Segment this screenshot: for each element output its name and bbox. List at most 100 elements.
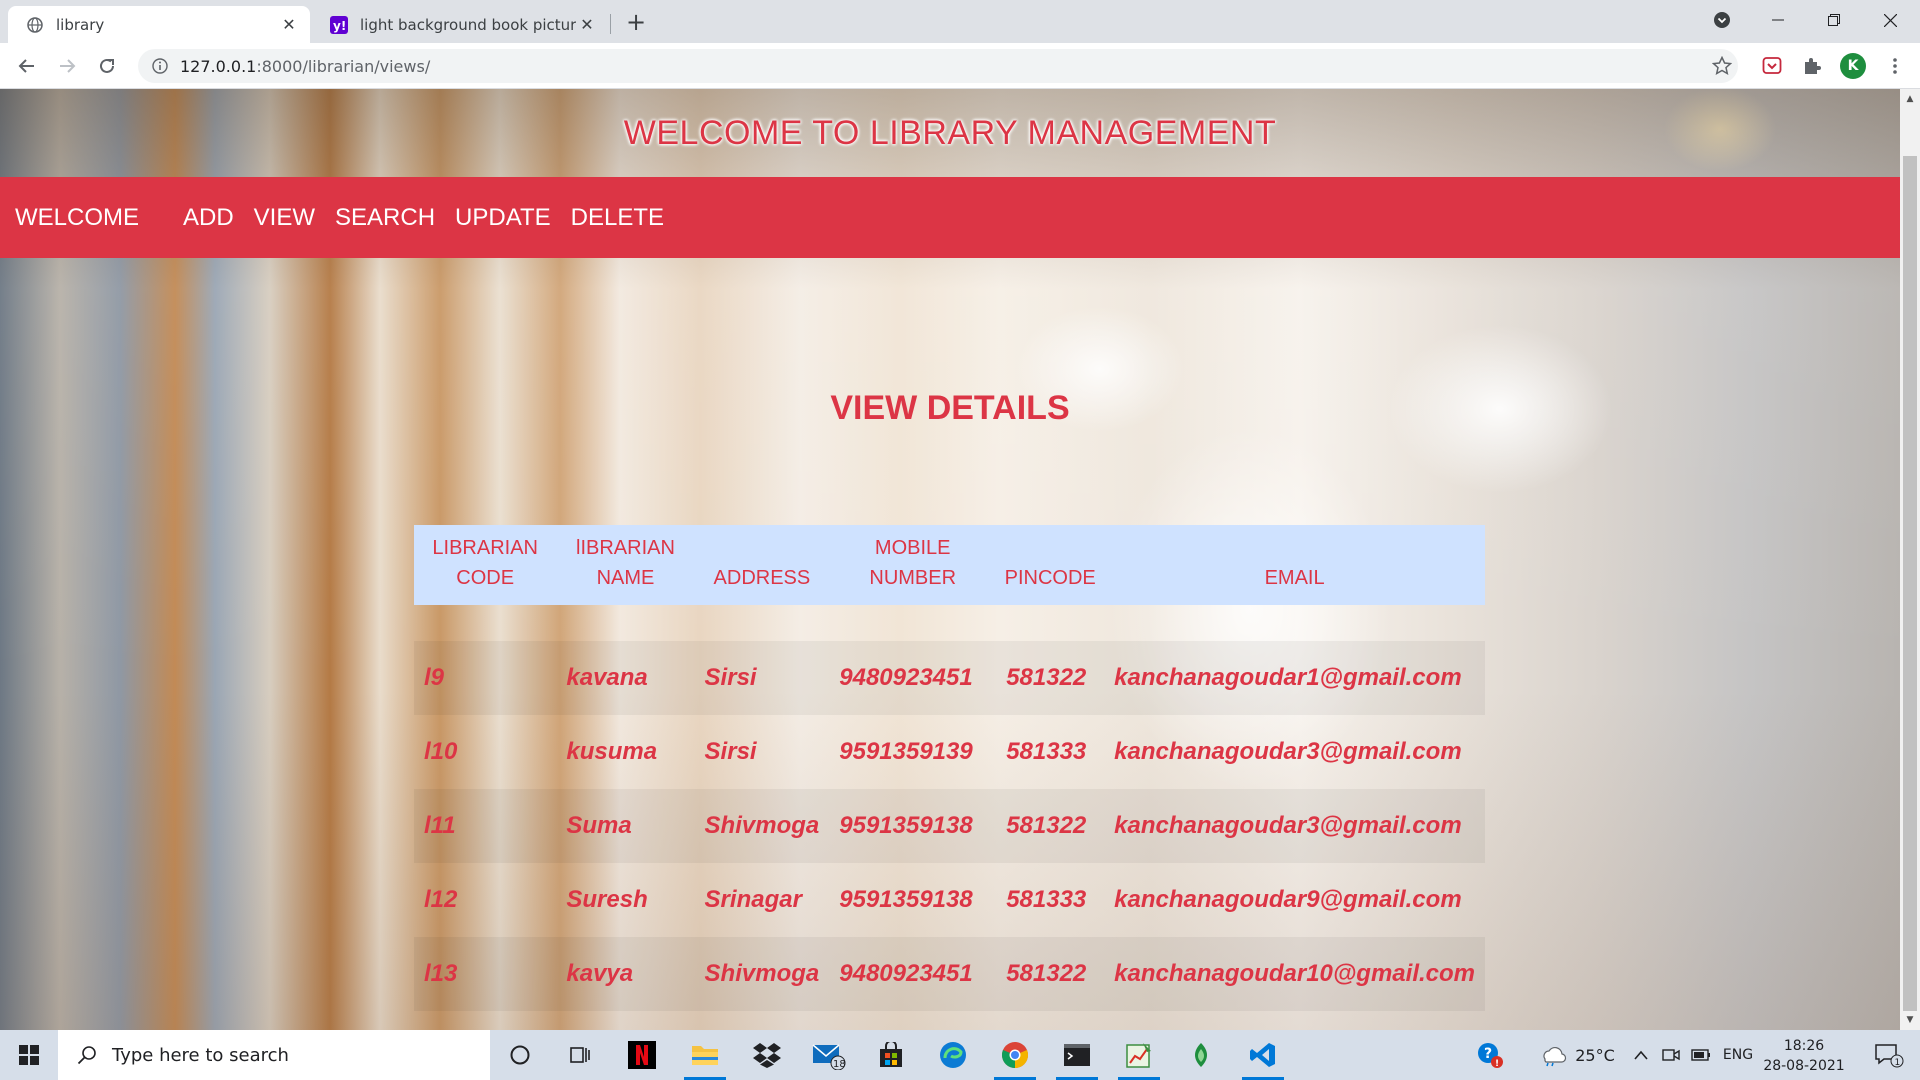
close-tab-icon[interactable]: ✕ — [278, 14, 300, 36]
green-app-icon[interactable] — [1176, 1030, 1226, 1080]
dropbox-icon[interactable] — [742, 1030, 792, 1080]
nav-link-view[interactable]: VIEW — [254, 204, 315, 232]
taskbar-search-box[interactable]: Type here to search — [58, 1030, 490, 1080]
cell-address: Srinagar — [704, 886, 802, 913]
menu-kebab-icon[interactable] — [1880, 51, 1910, 81]
cell-pincode: 581322 — [996, 641, 1105, 715]
cell-mobile: 9591359138 — [839, 886, 973, 913]
svg-text:?: ? — [1484, 1046, 1492, 1062]
reload-icon[interactable] — [92, 51, 122, 81]
tab-title: library — [56, 15, 105, 34]
globe-icon — [26, 16, 44, 34]
clock-time: 18:26 — [1783, 1038, 1825, 1054]
new-tab-button[interactable]: + — [622, 8, 650, 36]
chevron-up-icon[interactable] — [1628, 1030, 1654, 1080]
table-spacer-row — [414, 605, 1485, 641]
tab-search-icon[interactable] — [1694, 0, 1750, 40]
system-clock[interactable]: 18:26 28-08-2021 — [1760, 1036, 1848, 1076]
meet-now-icon[interactable] — [1658, 1030, 1684, 1080]
tab-library[interactable]: library ✕ — [8, 6, 310, 43]
weather-temperature[interactable]: 25°C — [1570, 1030, 1620, 1080]
file-explorer-icon[interactable] — [680, 1030, 730, 1080]
spacer-cell — [414, 605, 1485, 641]
cell-address: Shivmoga — [694, 789, 830, 863]
column-header-address: ADDRESS — [694, 525, 830, 605]
site-info-icon[interactable] — [150, 56, 170, 76]
nav-brand-welcome[interactable]: WELCOME — [15, 204, 183, 232]
cell-code: l10 — [424, 738, 458, 765]
column-header-mobile-number: MOBILE NUMBER — [829, 525, 997, 605]
cell-pincode: 581322 — [996, 789, 1105, 863]
vscode-icon[interactable] — [1238, 1030, 1288, 1080]
tab-separator — [610, 14, 611, 34]
weather-icon[interactable] — [1534, 1030, 1572, 1080]
cell-email: kanchanagoudar3@gmail.com — [1114, 738, 1462, 765]
cell-mobile: 9591359138 — [829, 789, 997, 863]
url-path: :8000/librarian/views/ — [256, 56, 431, 76]
cell-name: kavya — [556, 937, 695, 1011]
url-text: 127.0.0.1:8000/librarian/views/ — [180, 57, 430, 76]
scrollbar-thumb[interactable] — [1903, 156, 1917, 1011]
terminal-icon[interactable] — [1052, 1030, 1102, 1080]
task-view-icon[interactable] — [555, 1030, 605, 1080]
clock-date: 28-08-2021 — [1763, 1058, 1845, 1074]
tab-yahoo-search[interactable]: y! light background book pictures - ✕ — [312, 6, 608, 43]
pocket-extension-icon[interactable] — [1757, 51, 1787, 81]
profile-avatar[interactable]: K — [1840, 53, 1866, 79]
svg-text:!: ! — [1495, 1059, 1499, 1069]
header-line: lIBRARIAN — [576, 537, 675, 559]
cell-name: Suma — [556, 789, 695, 863]
table-row: l12 Suresh Srinagar 9591359138 581333 ka… — [414, 863, 1485, 937]
table-row: l11 Suma Shivmoga 9591359138 581322 kanc… — [414, 789, 1485, 863]
mail-icon[interactable]: 18 — [804, 1030, 854, 1080]
tab-strip: library ✕ y! light background book pictu… — [0, 0, 1920, 43]
bookmark-star-icon[interactable] — [1707, 51, 1737, 81]
cell-pincode: 581333 — [1006, 886, 1087, 913]
edge-icon[interactable] — [928, 1030, 978, 1080]
battery-icon[interactable] — [1688, 1030, 1714, 1080]
forward-arrow-icon[interactable] — [52, 51, 82, 81]
table-row: l13 kavya Shivmoga 9480923451 581322 kan… — [414, 937, 1485, 1011]
cell-name: kusuma — [566, 738, 658, 765]
table-row: l10 kusuma Sirsi 9591359139 581333 kanch… — [414, 715, 1485, 789]
language-indicator[interactable]: ENG — [1718, 1030, 1758, 1080]
tab-title: light background book pictures - — [360, 15, 576, 34]
mail-badge-count: 18 — [833, 1059, 846, 1070]
nav-link-search[interactable]: SEARCH — [335, 204, 435, 232]
page-header: WELCOME TO LIBRARY MANAGEMENT — [0, 89, 1900, 177]
scroll-down-arrow-icon[interactable]: ▼ — [1900, 1012, 1920, 1028]
restore-icon[interactable] — [1806, 0, 1862, 40]
minimize-icon[interactable] — [1750, 0, 1806, 40]
header-line: PINCODE — [1004, 567, 1096, 589]
extensions-puzzle-icon[interactable] — [1797, 51, 1827, 81]
column-header-email: EMAIL — [1104, 525, 1485, 605]
column-header-librarian-code: LIBRARIAN CODE — [414, 525, 557, 605]
table-row: l9 kavana Sirsi 9480923451 581322 kancha… — [414, 641, 1485, 715]
header-line: NAME — [596, 567, 655, 589]
netflix-icon[interactable] — [617, 1030, 667, 1080]
header-line: LIBRARIAN — [432, 537, 538, 559]
nav-link-delete[interactable]: DELETE — [571, 204, 664, 232]
close-tab-icon[interactable]: ✕ — [576, 14, 598, 36]
cell-mobile: 9480923451 — [829, 937, 997, 1011]
back-arrow-icon[interactable] — [12, 51, 42, 81]
scroll-up-arrow-icon[interactable]: ▲ — [1900, 91, 1920, 107]
section-title: VIEW DETAILS — [830, 389, 1070, 427]
cell-address: Sirsi — [704, 738, 757, 765]
chart-app-icon[interactable] — [1114, 1030, 1164, 1080]
svg-text:y!: y! — [333, 19, 346, 33]
nav-link-update[interactable]: UPDATE — [455, 204, 551, 232]
browser-toolbar: 127.0.0.1:8000/librarian/views/ — [0, 43, 1920, 89]
cortana-icon[interactable] — [495, 1030, 545, 1080]
page-title: WELCOME TO LIBRARY MANAGEMENT — [623, 113, 1277, 152]
microsoft-store-icon[interactable] — [866, 1030, 916, 1080]
notifications-icon[interactable]: 1 — [1864, 1030, 1914, 1080]
chrome-icon[interactable] — [990, 1030, 1040, 1080]
nav-link-add[interactable]: ADD — [183, 204, 234, 232]
close-window-icon[interactable] — [1862, 0, 1918, 40]
cell-code: l11 — [414, 789, 557, 863]
address-bar[interactable]: 127.0.0.1:8000/librarian/views/ — [138, 49, 1738, 83]
help-icon[interactable]: ?! — [1470, 1030, 1510, 1080]
cell-name: Suresh — [566, 886, 648, 913]
windows-start-icon[interactable] — [0, 1030, 58, 1080]
